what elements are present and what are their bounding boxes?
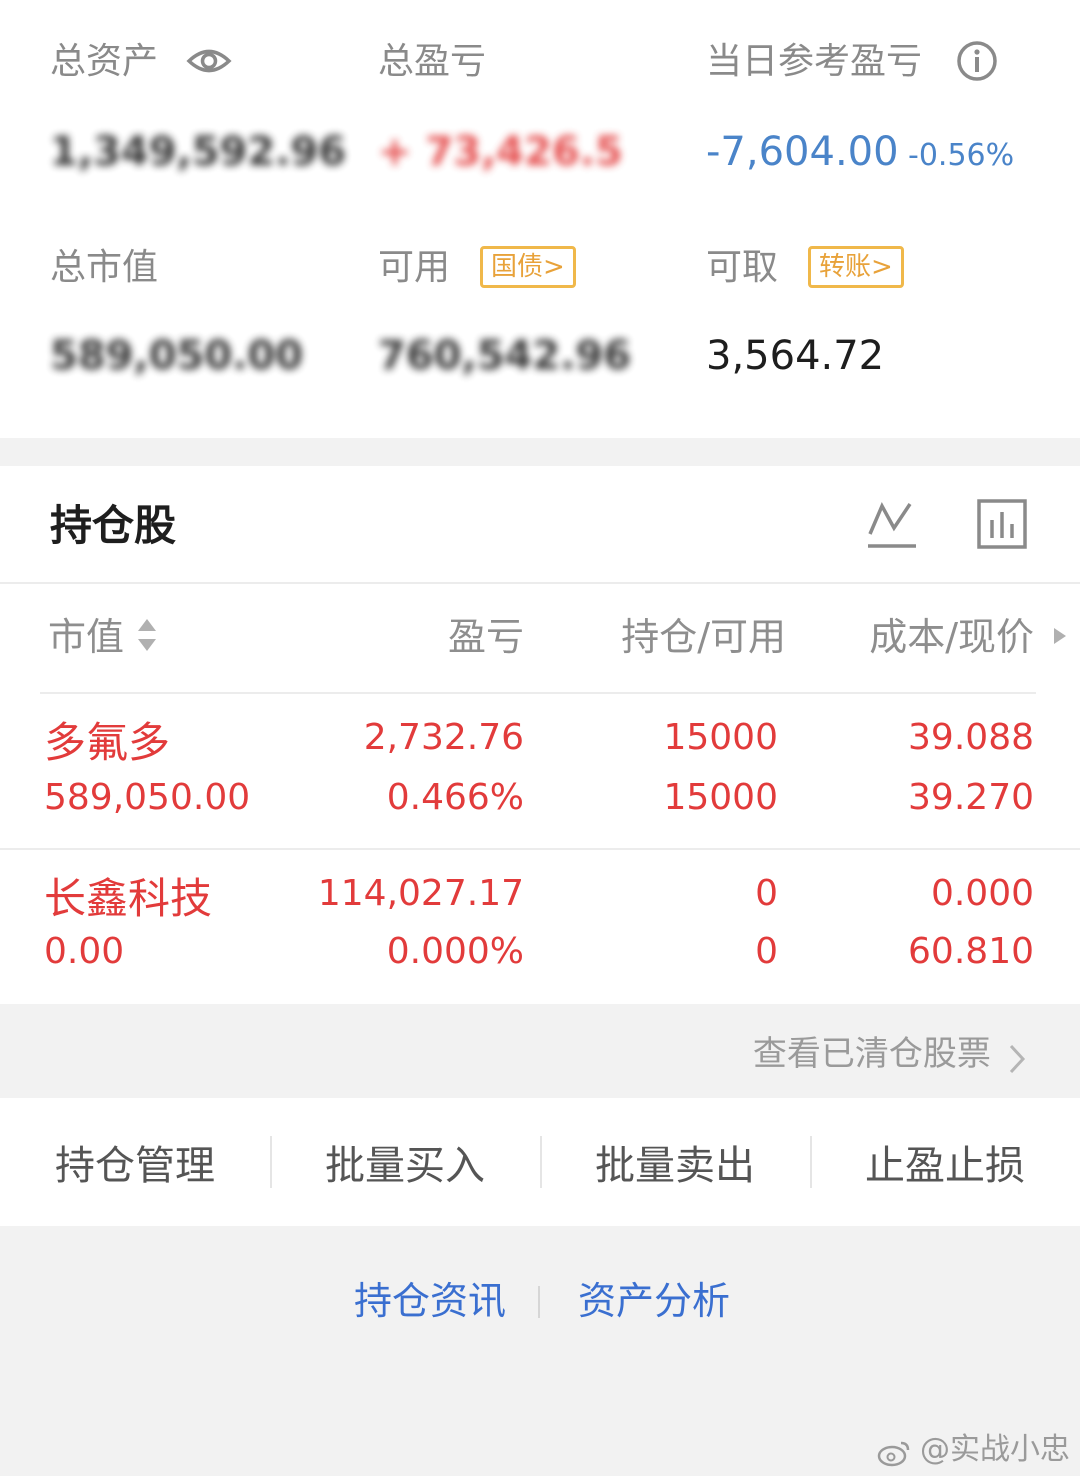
asset-analysis-link[interactable]: 资产分析: [578, 1278, 730, 1324]
stock-price: 60.810: [908, 931, 1034, 972]
total-pnl-label: 总盈亏: [378, 41, 487, 82]
header-divider: [0, 582, 1080, 584]
stock-available: 15000: [663, 777, 778, 818]
chevron-right-icon: [1008, 1043, 1026, 1079]
stock-cost: 0.000: [930, 873, 1034, 914]
stock-name: 多氟多: [44, 718, 171, 767]
holdings-section: 持仓股 市值 盈亏 持仓/可用 成本/现价 多氟多 589,050.00 2,7…: [0, 466, 1080, 1004]
stock-pnl-percent: 0.466%: [386, 777, 524, 818]
holdings-title: 持仓股: [50, 501, 177, 550]
take-profit-stop-loss-button[interactable]: 止盈止损: [810, 1098, 1080, 1226]
batch-sell-button[interactable]: 批量卖出: [540, 1098, 810, 1226]
stock-available: 0: [755, 931, 778, 972]
stock-pnl-percent: 0.000%: [386, 931, 524, 972]
withdrawable-value: 3,564.72: [706, 333, 885, 379]
bar-chart-icon[interactable]: [976, 498, 1028, 554]
columns-divider: [40, 692, 1036, 694]
watermark-text: @实战小忠: [920, 1432, 1070, 1467]
watermark: @实战小忠: [877, 1430, 1070, 1471]
view-cleared-stocks-label: 查看已清仓股票: [752, 1034, 991, 1074]
info-icon[interactable]: [956, 40, 998, 86]
total-pnl-value: + 73,426.5: [378, 129, 623, 175]
total-assets-value: 1,349,592.96: [50, 129, 347, 175]
stock-price: 39.270: [908, 777, 1034, 818]
column-pnl[interactable]: 盈亏: [448, 614, 524, 660]
link-separator: [538, 1286, 540, 1318]
withdrawable-label: 可取: [706, 247, 779, 288]
stock-market-value: 0.00: [44, 931, 125, 972]
daily-pnl-percent: -0.56%: [908, 138, 1015, 173]
bond-tag-button[interactable]: 国债>: [480, 246, 576, 288]
account-summary: 总资产 总盈亏 当日参考盈亏 1,349,592.96 + 73,426.5 -…: [0, 0, 1080, 438]
transfer-tag-button[interactable]: 转账>: [808, 246, 904, 288]
column-market-value-label: 市值: [48, 615, 125, 659]
total-assets-label: 总资产: [50, 41, 159, 82]
stock-pnl: 2,732.76: [363, 717, 524, 758]
stock-pnl: 114,027.17: [317, 873, 524, 914]
daily-pnl-label: 当日参考盈亏: [706, 41, 923, 82]
available-value: 760,542.96: [378, 333, 632, 379]
column-position[interactable]: 持仓/可用: [621, 614, 786, 660]
stock-position: 15000: [663, 717, 778, 758]
eye-icon[interactable]: [186, 42, 232, 84]
column-cost-price[interactable]: 成本/现价: [869, 614, 1034, 660]
market-value-value: 589,050.00: [50, 333, 304, 379]
stock-cost: 39.088: [908, 717, 1034, 758]
position-management-button[interactable]: 持仓管理: [0, 1098, 270, 1226]
view-cleared-stocks-link[interactable]: 查看已清仓股票: [753, 1032, 1026, 1079]
row-divider: [0, 848, 1080, 850]
daily-pnl-value: -7,604.00: [706, 129, 899, 175]
column-market-value[interactable]: 市值: [48, 614, 158, 663]
holdings-news-link[interactable]: 持仓资讯: [354, 1278, 506, 1324]
weibo-logo-icon: [877, 1439, 911, 1471]
scroll-right-icon[interactable]: [1052, 626, 1068, 650]
market-value-label: 总市值: [50, 247, 159, 288]
trend-chart-icon[interactable]: [864, 498, 920, 554]
stock-market-value: 589,050.00: [44, 777, 251, 818]
batch-buy-button[interactable]: 批量买入: [270, 1098, 540, 1226]
available-label: 可用: [378, 247, 451, 288]
stock-name: 长鑫科技: [44, 874, 213, 923]
action-bar: 持仓管理 批量买入 批量卖出 止盈止损: [0, 1098, 1080, 1226]
stock-position: 0: [755, 873, 778, 914]
sort-icon: [136, 617, 158, 663]
